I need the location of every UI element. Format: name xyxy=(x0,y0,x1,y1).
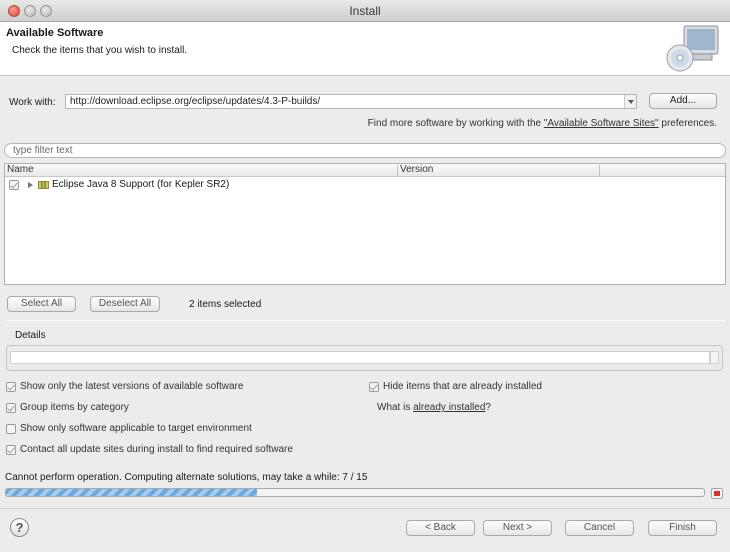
work-with-combo[interactable]: http://download.eclipse.org/eclipse/upda… xyxy=(65,94,637,109)
column-version[interactable]: Version xyxy=(399,164,433,176)
back-button[interactable]: < Back xyxy=(406,520,475,536)
page-title: Available Software xyxy=(6,27,104,39)
hint-suffix: preferences. xyxy=(658,118,717,129)
what-is-installed-text: What is already installed? xyxy=(377,402,491,413)
help-button[interactable]: ? xyxy=(10,518,29,537)
next-button[interactable]: Next > xyxy=(483,520,552,536)
software-table: Name Version Eclipse Java 8 Support (for… xyxy=(4,163,726,285)
title-bar: Install xyxy=(0,0,730,22)
details-label: Details xyxy=(15,330,46,341)
details-area xyxy=(6,345,723,371)
divider xyxy=(4,320,726,321)
available-sites-hint: Find more software by working with the "… xyxy=(368,118,717,129)
filter-input[interactable]: type filter text xyxy=(4,143,726,158)
expand-arrow-icon[interactable] xyxy=(28,182,33,188)
group-by-category-label: Group items by category xyxy=(20,402,129,413)
hint-prefix: Find more software by working with the xyxy=(367,118,544,129)
select-all-button[interactable]: Select All xyxy=(7,296,76,312)
deselect-all-button[interactable]: Deselect All xyxy=(90,296,160,312)
latest-versions-checkbox[interactable] xyxy=(6,382,16,392)
what-is-prefix: What is xyxy=(377,402,414,413)
contact-sites-checkbox[interactable] xyxy=(6,445,16,455)
column-divider xyxy=(599,165,600,176)
table-row[interactable]: Eclipse Java 8 Support (for Kepler SR2) xyxy=(5,178,725,192)
target-environment-checkbox[interactable] xyxy=(6,424,16,434)
what-is-suffix: ? xyxy=(485,402,491,413)
target-environment-label: Show only software applicable to target … xyxy=(20,423,252,434)
cancel-button[interactable]: Cancel xyxy=(565,520,634,536)
row-checkbox[interactable] xyxy=(9,180,19,190)
add-site-button[interactable]: Add... xyxy=(649,93,717,109)
wizard-banner: Available Software Check the items that … xyxy=(0,22,730,76)
progress-fill xyxy=(6,489,258,496)
already-installed-link[interactable]: already installed xyxy=(413,402,485,413)
hide-installed-label: Hide items that are already installed xyxy=(383,381,542,392)
category-icon xyxy=(38,181,49,189)
hide-installed-checkbox[interactable] xyxy=(369,382,379,392)
table-header: Name Version xyxy=(5,164,725,177)
column-divider xyxy=(397,165,398,176)
page-description: Check the items that you wish to install… xyxy=(12,45,188,56)
progress-bar xyxy=(5,488,705,497)
footer-divider xyxy=(0,508,730,509)
stop-icon[interactable] xyxy=(711,488,723,499)
window-title: Install xyxy=(349,4,381,18)
chevron-down-icon[interactable] xyxy=(624,95,636,108)
available-software-sites-link[interactable]: "Available Software Sites" xyxy=(544,118,659,129)
selection-count: 2 items selected xyxy=(189,299,262,310)
finish-button[interactable]: Finish xyxy=(648,520,717,536)
work-with-value: http://download.eclipse.org/eclipse/upda… xyxy=(70,96,321,107)
status-message: Cannot perform operation. Computing alte… xyxy=(5,472,368,483)
details-text xyxy=(10,351,710,364)
details-scrollbar[interactable] xyxy=(710,351,719,364)
install-cd-icon xyxy=(666,25,719,72)
contact-sites-label: Contact all update sites during install … xyxy=(20,444,293,455)
group-by-category-checkbox[interactable] xyxy=(6,403,16,413)
work-with-label: Work with: xyxy=(9,97,56,108)
row-name: Eclipse Java 8 Support (for Kepler SR2) xyxy=(52,179,230,190)
column-name[interactable]: Name xyxy=(6,164,34,176)
latest-versions-label: Show only the latest versions of availab… xyxy=(20,381,244,392)
